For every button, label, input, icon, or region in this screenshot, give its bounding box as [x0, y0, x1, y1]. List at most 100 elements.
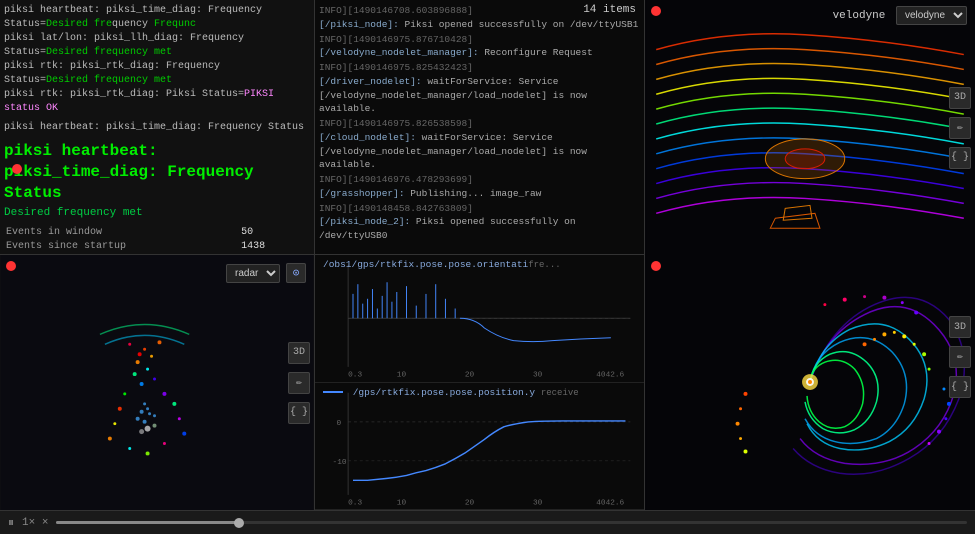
stats-table: Events in window 50 Events since startup…	[4, 225, 310, 255]
code-btn-bottom-left[interactable]: { }	[288, 402, 310, 424]
svg-text:4042.6: 4042.6	[596, 372, 624, 380]
lidar-overhead-svg	[645, 255, 975, 510]
stat-row-1: Events in window 50	[6, 227, 308, 239]
3d-btn-bottom-left[interactable]: 3D	[288, 342, 310, 364]
radar-side-toolbar: 3D ✏ { }	[288, 342, 310, 424]
log-entry-6: INFO][1490148458.842763809] [/piksi_node…	[319, 202, 640, 243]
graph-position-topic: /gps/rtkfix.pose.pose.position.y	[353, 387, 535, 398]
svg-text:30: 30	[533, 372, 543, 380]
log-panel: 14 items INFO][1490146708.603896888] [/p…	[315, 0, 645, 255]
stat-row-2: Events since startup 1438	[6, 241, 308, 253]
code-btn-bottom-right[interactable]: { }	[949, 376, 971, 398]
graph-orientation-title: /obs1/gps/rtkfix.pose.pose.orientatifre.…	[323, 259, 561, 270]
velodyne-3d-panel: velodyne velodyne	[645, 0, 975, 255]
log-ts-6: INFO][1490148458.842763809]	[319, 203, 473, 214]
graph-orientation-topic: /obs1/gps/rtkfix.pose.pose.orientati	[323, 259, 528, 270]
log-entry-3: INFO][1490146975.825432423] [/driver_nod…	[319, 61, 640, 116]
log-path-2: [/velodyne_nodelet_manager]:	[319, 47, 479, 58]
radar-panel: radar ⊙	[0, 255, 315, 510]
speed-value: 1×	[22, 517, 35, 529]
desired-freq-label: Desired frequency met	[4, 207, 310, 219]
stat-value-1: 50	[241, 227, 308, 239]
graph-orientation: /obs1/gps/rtkfix.pose.pose.orientatifre.…	[315, 255, 644, 383]
lidar-pointcloud-svg	[645, 0, 975, 255]
radar-toolbar: radar ⊙	[226, 263, 306, 283]
status-panel: piksi heartbeat: piksi_time_diag: Freque…	[0, 0, 315, 255]
svg-text:-10: -10	[333, 458, 347, 466]
log-ts-5: INFO][1490146976.478293699]	[319, 174, 473, 185]
log-status-2: Desired frequency met	[46, 47, 172, 58]
radar-target-btn[interactable]: ⊙	[286, 263, 306, 283]
lidar-overhead-toolbar: 3D ✏ { }	[949, 316, 971, 398]
svg-text:0.3: 0.3	[348, 372, 362, 380]
items-badge: 14 items	[583, 4, 636, 16]
play-pause-btn[interactable]: ⏸	[8, 516, 14, 530]
log-suffix-1: quency	[112, 19, 148, 30]
timeline-track[interactable]	[56, 521, 967, 524]
log-ts-4: INFO][1490146975.826538598]	[319, 118, 473, 129]
log-entry-2: INFO][1490146975.876710428] [/velodyne_n…	[319, 33, 640, 61]
log-suffix-2: Frequnc	[148, 19, 196, 30]
lidar-overhead-panel: 3D ✏ { }	[645, 255, 975, 510]
log-path-3: [/driver_nodelet]:	[319, 76, 422, 87]
svg-text:10: 10	[397, 499, 407, 507]
timeline-bar: ⏸ 1× ×	[0, 510, 975, 534]
big-status-title: piksi heartbeat: piksi_time_diag: Freque…	[4, 141, 310, 203]
timeline-thumb[interactable]	[234, 518, 244, 528]
log-status-1: Desired fre	[46, 19, 112, 30]
log-msg-5: Publishing... image_raw	[410, 188, 541, 199]
status-small-title: piksi heartbeat: piksi_time_diag: Freque…	[4, 122, 310, 133]
log-line-1: piksi heartbeat: piksi_time_diag: Freque…	[4, 4, 310, 32]
log-ts-3: INFO][1490146975.825432423]	[319, 62, 473, 73]
velodyne-dropdown[interactable]: velodyne	[896, 6, 967, 25]
svg-text:0.3: 0.3	[348, 499, 362, 507]
log-path-4: [/cloud_nodelet]:	[319, 132, 416, 143]
stat-label-2: Events since startup	[6, 241, 239, 253]
log-line-4: piksi rtk: piksi_rtk_diag: Piksi Status=…	[4, 88, 310, 116]
log-msg-1: Piksi opened successfully on /dev/ttyUSB…	[405, 19, 639, 30]
speed-label: 1× ×	[22, 517, 48, 529]
3d-btn-top-right[interactable]: 3D	[949, 87, 971, 109]
pencil-btn-top-right[interactable]: ✏	[949, 117, 971, 139]
log-ts-2: INFO][1490146975.876710428]	[319, 34, 473, 45]
svg-text:4042.6: 4042.6	[596, 499, 624, 507]
3d-btn-bottom-right[interactable]: 3D	[949, 316, 971, 338]
velodyne-label: velodyne velodyne	[833, 6, 967, 25]
graph-position-title: /gps/rtkfix.pose.pose.position.y receive	[323, 387, 579, 398]
svg-text:30: 30	[533, 499, 543, 507]
velodyne-red-dot	[651, 6, 661, 16]
svg-text:10: 10	[397, 372, 407, 380]
pencil-btn-bottom-right[interactable]: ✏	[949, 346, 971, 368]
graph-position: /gps/rtkfix.pose.pose.position.y receive…	[315, 383, 644, 511]
red-dot-indicator	[12, 164, 22, 174]
graph-orientation-suffix: fre...	[528, 260, 560, 270]
log-path-5: [/grasshopper]:	[319, 188, 405, 199]
log-msg-2: Reconfigure Request	[484, 47, 592, 58]
stat-label-1: Events in window	[6, 227, 239, 239]
log-ts-1: INFO][1490146708.603896888]	[319, 5, 473, 16]
log-entry-4: INFO][1490146975.826538598] [/cloud_node…	[319, 117, 640, 172]
stat-value-2: 1438	[241, 241, 308, 253]
graph-position-suffix: receive	[541, 388, 579, 398]
svg-text:20: 20	[465, 499, 475, 507]
radar-dropdown[interactable]: radar	[226, 264, 280, 283]
log-path-1: [/piksi_node]:	[319, 19, 399, 30]
graph-legend-line	[323, 391, 343, 393]
pencil-btn-bottom-left[interactable]: ✏	[288, 372, 310, 394]
graph-panel-container: /obs1/gps/rtkfix.pose.pose.orientatifre.…	[315, 255, 645, 510]
log-line-2: piksi lat/lon: piksi_llh_diag: Frequency…	[4, 32, 310, 60]
timeline-progress	[56, 521, 238, 524]
svg-text:20: 20	[465, 372, 475, 380]
log-path-6: [/piksi_node_2]:	[319, 216, 410, 227]
radar-svg	[0, 255, 314, 510]
log-line-3: piksi rtk: piksi_rtk_diag: Frequency Sta…	[4, 60, 310, 88]
graph-position-svg: 0 -10 0.3 10 20 30 4042.6	[315, 383, 644, 510]
lidar-overhead-red-dot	[651, 261, 661, 271]
log-entry-5: INFO][1490146976.478293699] [/grasshoppe…	[319, 173, 640, 201]
radar-red-dot	[6, 261, 16, 271]
log-prefix-4: piksi rtk: piksi_rtk_diag: Piksi Status=	[4, 89, 244, 100]
log-status-3: Desired frequency met	[46, 75, 172, 86]
code-btn-top-right[interactable]: { }	[949, 147, 971, 169]
graph-orientation-svg: 0.3 10 20 30 4042.6	[315, 255, 644, 382]
svg-text:0: 0	[336, 419, 341, 427]
